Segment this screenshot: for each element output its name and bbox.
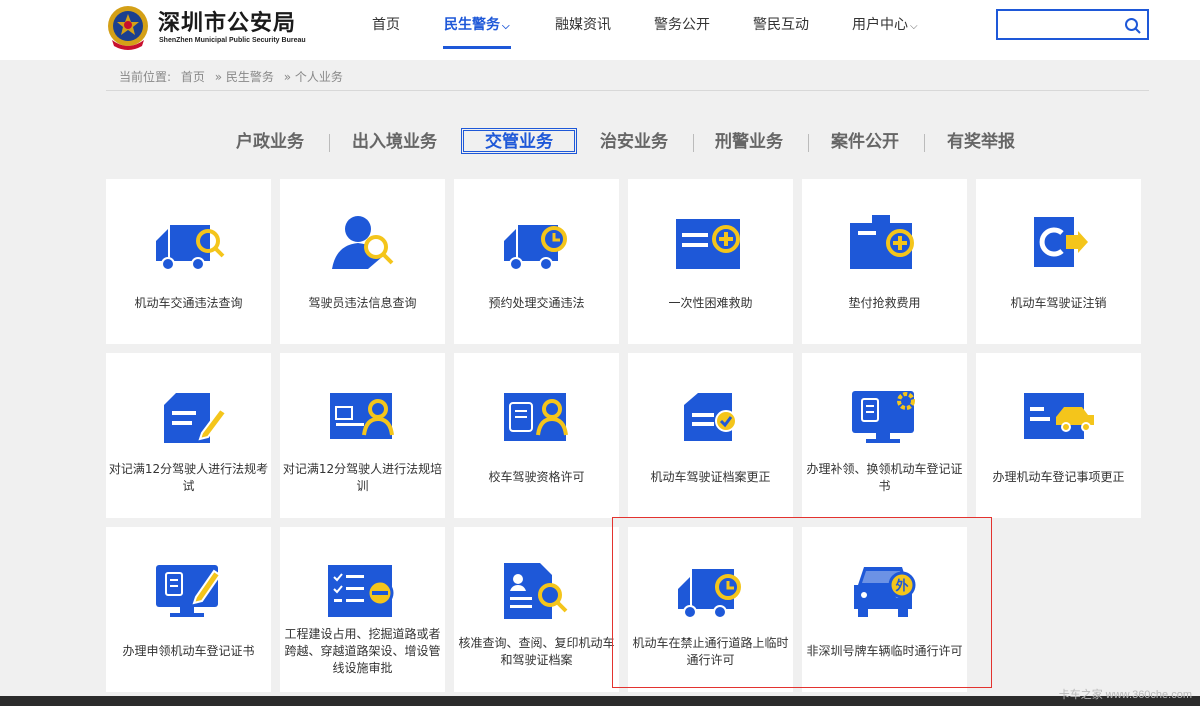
medkit-plus-icon [850, 215, 914, 269]
service-tile[interactable]: 办理补领、换领机动车登记证书 [802, 353, 967, 518]
search-icon[interactable] [1123, 16, 1143, 36]
truck-clock-icon [504, 225, 567, 271]
breadcrumb: 当前位置: 首页 » 民生警务 » 个人业务 [119, 68, 349, 85]
nav-home[interactable]: 首页 [372, 14, 400, 34]
service-tile[interactable]: 垫付抢救费用 [802, 179, 967, 344]
service-tile[interactable]: 预约处理交通违法 [454, 179, 619, 344]
tile-label: 垫付抢救费用 [848, 296, 921, 310]
tile-label: 机动车在禁止通行道路上临时通行许可 [632, 636, 789, 667]
car-foreign-icon: 外 [854, 567, 916, 617]
tile-label: 一次性困难救助 [668, 296, 753, 310]
tab-divider [693, 134, 694, 152]
tab-criminal[interactable]: 刑警业务 [715, 128, 783, 156]
search-box [996, 9, 1149, 40]
service-tile[interactable]: 工程建设占用、挖掘道路或者跨越、穿越道路架设、增设管线设施审批 [280, 527, 445, 692]
nav-user-center-label: 用户中心 [852, 17, 908, 33]
tile-label: 机动车驾驶证注销 [1010, 296, 1107, 310]
tab-household[interactable]: 户政业务 [236, 128, 304, 156]
service-tile[interactable]: 一次性困难救助 [628, 179, 793, 344]
tile-label: 核准查询、查阅、复印机动车和驾驶证档案 [458, 636, 615, 667]
tab-divider [329, 134, 330, 152]
monitor-pen-icon [156, 565, 222, 617]
site-title[interactable]: 深圳市公安局 [158, 5, 296, 37]
tile-label: 机动车驾驶证档案更正 [650, 470, 771, 484]
tile-label: 办理机动车登记事项更正 [992, 470, 1125, 484]
service-tile[interactable]: 外 非深圳号牌车辆临时通行许可 [802, 527, 967, 692]
checklist-minus-icon [328, 565, 394, 617]
license-cancel-icon [1034, 217, 1088, 267]
svg-text:外: 外 [894, 578, 908, 594]
document-pen-icon [164, 393, 228, 443]
nav-interaction[interactable]: 警民互动 [753, 14, 809, 34]
service-tile[interactable]: 核准查询、查阅、复印机动车和驾驶证档案 [454, 527, 619, 692]
card-plus-icon [676, 219, 740, 269]
service-tile[interactable]: 办理申领机动车登记证书 [106, 527, 271, 692]
breadcrumb-prefix: 当前位置: [119, 70, 172, 84]
watermark-text: 卡车之家 www.360che.com [1058, 689, 1192, 701]
tile-label: 办理申领机动车登记证书 [122, 644, 255, 658]
service-tile[interactable]: 机动车交通违法查询 [106, 179, 271, 344]
document-person-icon [504, 393, 568, 441]
service-tile[interactable]: 对记满12分驾驶人进行法规培训 [280, 353, 445, 518]
tile-label: 非深圳号牌车辆临时通行许可 [806, 644, 963, 658]
card-car-icon [1024, 393, 1094, 439]
file-search-icon [504, 563, 568, 619]
chevron-down-icon: ⌵ [910, 21, 918, 32]
tile-label: 预约处理交通违法 [488, 296, 585, 310]
tab-case-disclosure[interactable]: 案件公开 [831, 128, 899, 156]
card-check-icon [684, 393, 737, 441]
service-tile[interactable]: 机动车驾驶证注销 [976, 179, 1141, 344]
service-tile[interactable]: 校车驾驶资格许可 [454, 353, 619, 518]
tile-label: 办理补领、换领机动车登记证书 [806, 462, 963, 493]
nav-user-center[interactable]: 用户中心 ⌵ [852, 14, 918, 34]
site-title-english: ShenZhen Municipal Public Security Burea… [159, 37, 306, 44]
tab-reward-report[interactable]: 有奖举报 [947, 128, 1015, 156]
tab-public-security[interactable]: 治安业务 [600, 128, 668, 156]
service-tile[interactable]: 驾驶员违法信息查询 [280, 179, 445, 344]
service-tile[interactable]: 机动车驾驶证档案更正 [628, 353, 793, 518]
tab-traffic[interactable]: 交管业务 [461, 128, 577, 154]
police-emblem-icon[interactable] [106, 4, 150, 50]
chevron-down-icon: ⌵ [502, 21, 510, 32]
tile-label: 驾驶员违法信息查询 [308, 296, 417, 310]
nav-services-label: 民生警务 [444, 17, 500, 33]
tile-label: 工程建设占用、挖掘道路或者跨越、穿越道路架设、增设管线设施审批 [284, 627, 441, 675]
tile-label: 校车驾驶资格许可 [488, 470, 585, 484]
truck-search-icon [156, 225, 225, 271]
tile-label: 对记满12分驾驶人进行法规培训 [282, 462, 443, 493]
tab-divider [808, 134, 809, 152]
footer-bar [0, 696, 1200, 706]
breadcrumb-home[interactable]: 首页 [181, 70, 205, 84]
truck-clock-icon [678, 569, 741, 619]
board-person-icon [330, 393, 394, 439]
nav-services[interactable]: 民生警务 ⌵ [444, 14, 510, 34]
service-tile[interactable]: 对记满12分驾驶人进行法规考试 [106, 353, 271, 518]
breadcrumb-services[interactable]: » 民生警务 [215, 70, 274, 84]
search-input[interactable] [1004, 15, 1119, 35]
nav-active-indicator [443, 46, 511, 49]
site-header: 深圳市公安局 ShenZhen Municipal Public Securit… [0, 0, 1200, 60]
driver-search-icon [332, 216, 394, 269]
category-tabs: 户政业务 出入境业务 交管业务 治安业务 刑警业务 案件公开 有奖举报 [0, 128, 1200, 158]
tab-divider [924, 134, 925, 152]
tab-exit-entry[interactable]: 出入境业务 [352, 128, 437, 156]
nav-police-affairs[interactable]: 警务公开 [654, 14, 710, 34]
breadcrumb-personal[interactable]: » 个人业务 [284, 70, 343, 84]
nav-media-news[interactable]: 融媒资讯 [555, 14, 611, 34]
monitor-gear-icon [852, 391, 915, 443]
service-tile[interactable]: 办理机动车登记事项更正 [976, 353, 1141, 518]
breadcrumb-divider [106, 90, 1149, 91]
tile-label: 机动车交通违法查询 [134, 296, 243, 310]
tile-label: 对记满12分驾驶人进行法规考试 [108, 462, 269, 493]
service-tile[interactable]: 机动车在禁止通行道路上临时通行许可 [628, 527, 793, 692]
